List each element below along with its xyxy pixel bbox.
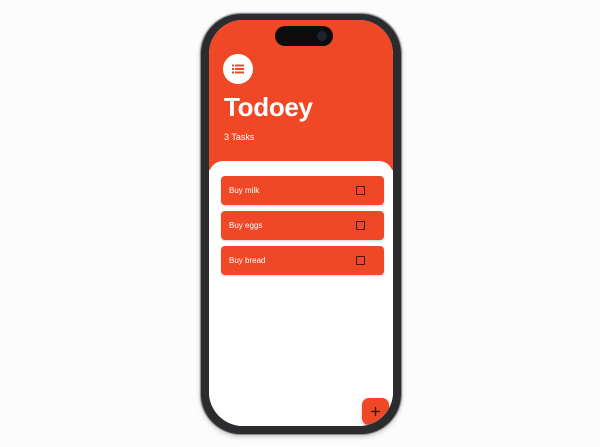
task-label: Buy milk (229, 186, 260, 195)
phone-frame: Todoey 3 Tasks Buy milk Buy eggs Buy bre… (201, 14, 401, 434)
camera-icon (317, 31, 327, 41)
task-checkbox[interactable] (356, 186, 365, 195)
task-list: Buy milk Buy eggs Buy bread (221, 176, 384, 281)
task-label: Buy eggs (229, 221, 263, 230)
task-item[interactable]: Buy eggs (221, 211, 384, 240)
app-header: Todoey 3 Tasks (209, 20, 393, 170)
menu-button[interactable] (223, 54, 253, 84)
stage: Todoey 3 Tasks Buy milk Buy eggs Buy bre… (0, 0, 600, 447)
task-item[interactable]: Buy milk (221, 176, 384, 205)
task-count: 3 Tasks (224, 132, 255, 142)
phone-screen: Todoey 3 Tasks Buy milk Buy eggs Buy bre… (209, 20, 393, 426)
task-checkbox[interactable] (356, 256, 365, 265)
dynamic-island (275, 26, 333, 46)
list-icon (232, 64, 244, 74)
task-checkbox[interactable] (356, 221, 365, 230)
add-task-button[interactable] (362, 398, 389, 425)
task-panel: Buy milk Buy eggs Buy bread (209, 161, 393, 426)
app-title: Todoey (224, 92, 313, 122)
task-label: Buy bread (229, 256, 266, 265)
plus-icon (371, 407, 380, 416)
task-item[interactable]: Buy bread (221, 246, 384, 275)
